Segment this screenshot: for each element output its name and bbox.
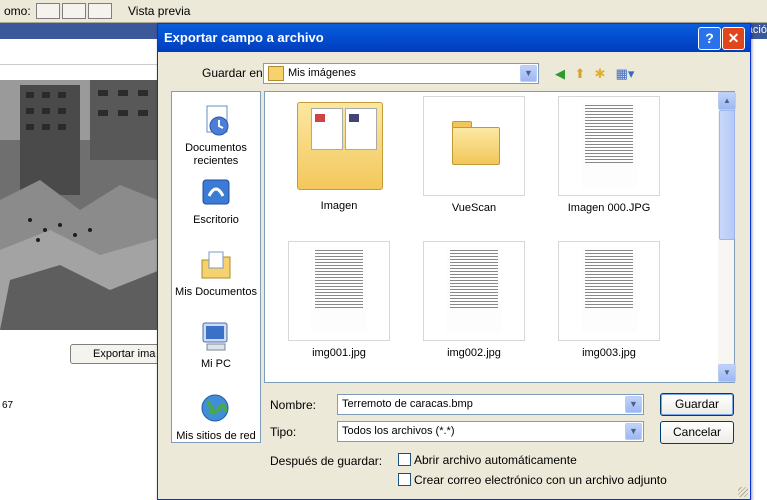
earthquake-photo — [0, 80, 170, 330]
help-button[interactable]: ? — [698, 27, 721, 50]
file-item-img002[interactable]: img002.jpg — [414, 241, 534, 359]
filetype-label: Tipo: — [270, 425, 297, 439]
cancel-button[interactable]: Cancelar — [660, 421, 734, 444]
image-thumbnail-icon — [558, 241, 660, 341]
image-thumbnail-icon — [558, 96, 660, 196]
place-my-computer[interactable]: Mi PC — [172, 320, 260, 371]
view-form-button[interactable] — [36, 3, 60, 19]
view-grid-button[interactable] — [88, 3, 112, 19]
after-save-label: Después de guardar: — [270, 454, 383, 468]
checkbox-box[interactable] — [398, 453, 411, 466]
chevron-down-icon[interactable]: ▼ — [625, 423, 642, 440]
save-button[interactable]: Guardar — [660, 393, 734, 416]
file-item-img001[interactable]: img001.jpg — [279, 241, 399, 359]
save-in-combo[interactable]: Mis imágenes ▼ — [263, 63, 539, 84]
filename-value: Terremoto de caracas.bmp — [342, 398, 473, 410]
option-label: Abrir archivo automáticamente — [414, 453, 577, 467]
resize-grip[interactable] — [738, 487, 748, 497]
place-desktop[interactable]: Escritorio — [172, 176, 260, 227]
scrollbar-thumb[interactable] — [719, 110, 735, 240]
dialog-titlebar[interactable]: Exportar campo a archivo ? ✕ — [158, 24, 750, 52]
filetype-value: Todos los archivos (*.*) — [342, 425, 455, 437]
place-label: Documentos recientes — [185, 142, 247, 167]
new-folder-icon[interactable]: ✱ — [592, 66, 608, 82]
folder-icon — [268, 66, 284, 81]
file-name: img001.jpg — [312, 347, 366, 359]
file-name: img002.jpg — [447, 347, 501, 359]
image-thumbnail-icon — [423, 241, 525, 341]
file-item-imagen-000[interactable]: Imagen 000.JPG — [549, 96, 669, 214]
background-toolbar: omo: Vista previa — [0, 0, 767, 23]
chevron-down-icon[interactable]: ▼ — [520, 65, 537, 82]
place-label: Mis Documentos — [175, 286, 257, 298]
chevron-down-icon[interactable]: ▼ — [625, 396, 642, 413]
view-list-button[interactable] — [62, 3, 86, 19]
place-network[interactable]: Mis sitios de red — [172, 392, 260, 443]
folder-icon — [423, 96, 525, 196]
scroll-up-icon[interactable]: ▲ — [718, 92, 736, 110]
desktop-icon — [199, 176, 233, 210]
file-list-scrollbar[interactable]: ▲ ▼ — [718, 92, 736, 382]
file-list[interactable]: Imagen VueScan Imagen 000.JPG img001.jpg — [264, 91, 736, 383]
place-label: Mis sitios de red — [176, 430, 256, 442]
place-label: Mi PC — [201, 358, 231, 370]
my-documents-icon — [199, 248, 233, 282]
scroll-down-icon[interactable]: ▼ — [718, 364, 736, 382]
divider — [0, 64, 170, 65]
recent-documents-icon — [199, 104, 233, 138]
option-label: Crear correo electrónico con un archivo … — [414, 473, 667, 487]
preview-tab[interactable]: Vista previa — [128, 4, 190, 18]
layout-label: omo: — [4, 4, 31, 18]
places-bar: Documentos recientes Escritorio Mis Docu… — [171, 91, 261, 443]
save-in-label: Guardar en: — [202, 66, 267, 80]
place-recent[interactable]: Documentos recientes — [172, 104, 260, 168]
open-file-checkbox[interactable]: Abrir archivo automáticamente — [398, 453, 577, 467]
checkbox-box[interactable] — [398, 473, 411, 486]
dialog-title: Exportar campo a archivo — [164, 30, 324, 45]
my-computer-icon — [199, 320, 233, 354]
views-menu-icon[interactable]: ▦▾ — [614, 66, 636, 82]
filename-input[interactable]: Terremoto de caracas.bmp ▼ — [337, 394, 644, 415]
record-number: 67 — [2, 400, 14, 411]
image-thumbnail-icon — [288, 241, 390, 341]
network-places-icon — [199, 392, 233, 426]
save-in-value: Mis imágenes — [288, 67, 356, 79]
file-name: VueScan — [451, 202, 497, 214]
close-button[interactable]: ✕ — [722, 27, 745, 50]
file-name: Imagen 000.JPG — [567, 202, 651, 214]
back-icon[interactable]: ◀ — [552, 66, 568, 82]
file-name: img003.jpg — [582, 347, 636, 359]
filetype-select[interactable]: Todos los archivos (*.*) ▼ — [337, 421, 644, 442]
filename-label: Nombre: — [270, 398, 317, 412]
export-dialog: Exportar campo a archivo ? ✕ Guardar en:… — [157, 23, 751, 500]
file-item-img003[interactable]: img003.jpg — [549, 241, 669, 359]
up-folder-icon[interactable]: ⬆ — [572, 66, 588, 82]
file-item-vuescan[interactable]: VueScan — [414, 96, 534, 214]
place-my-documents[interactable]: Mis Documentos — [172, 248, 260, 299]
file-name: Imagen — [320, 200, 358, 212]
place-label: Escritorio — [193, 214, 239, 226]
email-attachment-checkbox[interactable]: Crear correo electrónico con un archivo … — [398, 473, 667, 487]
file-item-imagen[interactable]: Imagen — [279, 96, 399, 212]
folder-icon — [289, 96, 389, 194]
